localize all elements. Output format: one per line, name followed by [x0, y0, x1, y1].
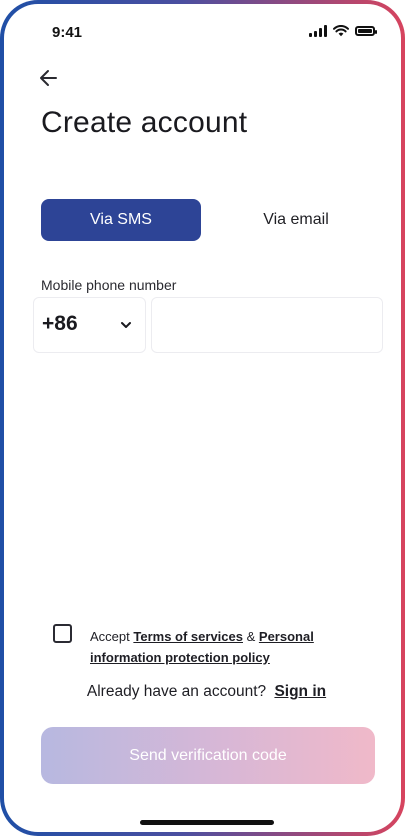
tab-via-sms[interactable]: Via SMS [41, 199, 201, 241]
terms-prefix: Accept [90, 629, 130, 644]
tab-via-email[interactable]: Via email [211, 199, 381, 241]
country-code-value: +86 [42, 312, 78, 335]
phone-field-label: Mobile phone number [41, 277, 177, 293]
status-icons [309, 25, 377, 37]
status-bar: 9:41 [4, 14, 401, 44]
home-indicator [140, 820, 274, 825]
screen: 9:41 Create account Via SMS Via email Mo… [4, 4, 401, 832]
battery-icon [355, 26, 377, 36]
wifi-icon [333, 25, 349, 37]
phone-number-input[interactable] [151, 297, 383, 353]
chevron-down-icon [121, 322, 131, 328]
signin-prompt: Already have an account? [86, 683, 267, 700]
terms-connector: & [246, 629, 256, 644]
page-title: Create account [41, 106, 248, 139]
device-frame: 9:41 Create account Via SMS Via email Mo… [0, 0, 405, 836]
signin-row: Already have an account? Sign in [4, 683, 401, 701]
send-verification-code-button[interactable]: Send verification code [41, 727, 375, 784]
status-time: 9:41 [52, 24, 83, 41]
back-arrow-icon[interactable] [36, 66, 62, 90]
terms-checkbox[interactable] [53, 624, 72, 643]
terms-of-service-link[interactable]: Terms of services [133, 629, 243, 644]
sign-in-link[interactable]: Sign in [274, 683, 326, 700]
signup-method-tabs: Via SMS Via email [41, 199, 381, 241]
cellular-signal-icon [309, 25, 327, 37]
country-code-select[interactable]: +86 [33, 297, 146, 353]
terms-text: Accept Terms of services & Personal info… [90, 626, 355, 668]
